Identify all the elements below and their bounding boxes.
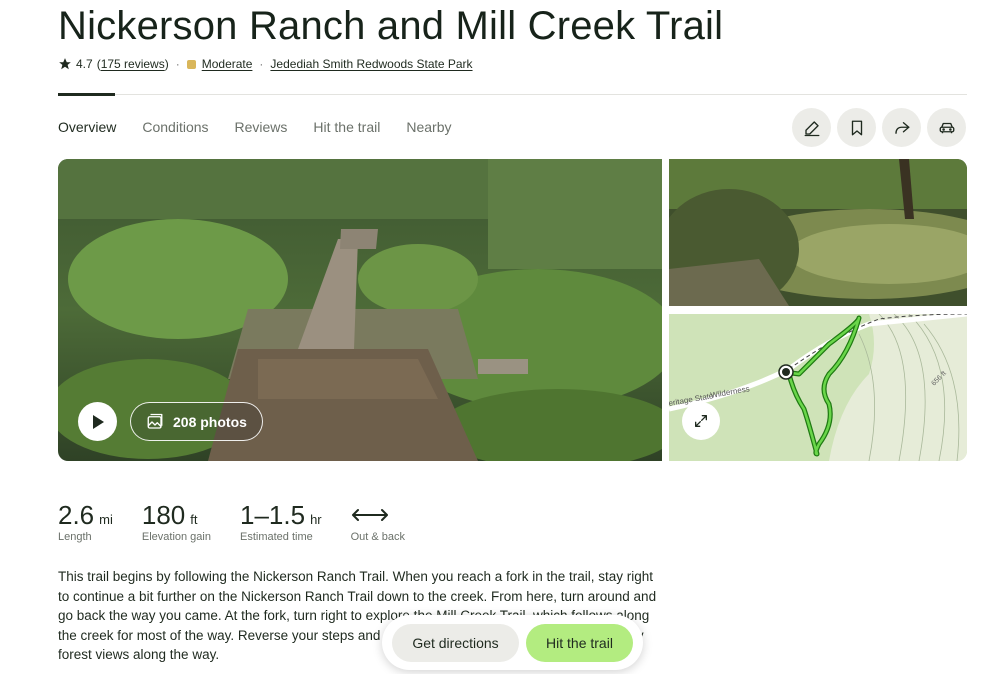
tab-nearby[interactable]: Nearby	[406, 119, 451, 135]
expand-icon	[695, 415, 707, 427]
photos-count: 208 photos	[173, 413, 247, 430]
length-label: Length	[58, 531, 92, 543]
tab-reviews[interactable]: Reviews	[235, 119, 288, 135]
tab-overview[interactable]: Overview	[58, 119, 116, 135]
tab-hit-the-trail[interactable]: Hit the trail	[313, 119, 380, 135]
stat-time: 1–1.5 hr Estimated time	[240, 500, 322, 543]
page-title: Nickerson Ranch and Mill Creek Trail	[58, 4, 724, 48]
bookmark-button[interactable]	[837, 108, 876, 147]
hit-the-trail-button[interactable]: Hit the trail	[526, 623, 633, 662]
creek-photo[interactable]	[669, 159, 967, 306]
edit-button[interactable]	[792, 108, 831, 147]
active-tab-indicator	[58, 93, 115, 96]
out-and-back-icon	[351, 509, 388, 521]
drive-button[interactable]	[927, 108, 966, 147]
time-label: Estimated time	[239, 531, 313, 543]
trail-map[interactable]: eritage State Wilderness 656 ft	[669, 314, 967, 461]
share-icon	[894, 121, 909, 134]
route-type-label: Out & back	[350, 531, 406, 543]
rating-value: 4.7	[76, 57, 93, 71]
trail-stats: 2.6 mi Length 180 ft Elevation gain 1–1.5 h…	[58, 500, 434, 543]
play-icon	[92, 414, 104, 429]
share-button[interactable]	[882, 108, 921, 147]
tab-bar: Overview Conditions Reviews Hit the trai…	[58, 119, 477, 135]
cta-bar: Get directions Hit the trail	[382, 615, 643, 670]
bookmark-icon	[851, 120, 862, 135]
get-directions-button[interactable]: Get directions	[392, 623, 519, 662]
trail-meta: 4.7 (175 reviews) · Moderate · Jedediah …	[58, 57, 473, 71]
difficulty-badge-icon	[186, 59, 196, 69]
stat-elevation: 180 ft Elevation gain	[142, 500, 211, 543]
elevation-unit: ft	[190, 512, 198, 527]
elevation-label: Elevation gain	[141, 531, 211, 543]
car-icon	[939, 122, 954, 133]
tab-conditions[interactable]: Conditions	[142, 119, 208, 135]
difficulty-link[interactable]: Moderate	[202, 57, 253, 71]
park-link[interactable]: Jedediah Smith Redwoods State Park	[270, 57, 472, 71]
length-value: 2.6	[58, 500, 95, 530]
time-value: 1–1.5	[239, 500, 306, 530]
edit-icon	[804, 120, 819, 136]
tabs-divider	[58, 94, 967, 95]
gallery-icon	[147, 413, 163, 429]
elevation-value: 180	[141, 500, 186, 530]
reviews-link[interactable]: 175 reviews	[101, 57, 165, 71]
length-unit: mi	[99, 512, 113, 527]
action-buttons	[792, 108, 966, 147]
photos-button[interactable]: 208 photos	[130, 402, 263, 441]
expand-map-button[interactable]	[682, 402, 720, 440]
stat-route-type: Out & back	[351, 500, 405, 543]
time-unit: hr	[310, 512, 322, 527]
play-video-button[interactable]	[78, 402, 117, 441]
stat-length: 2.6 mi Length	[58, 500, 113, 543]
star-icon	[59, 58, 71, 70]
